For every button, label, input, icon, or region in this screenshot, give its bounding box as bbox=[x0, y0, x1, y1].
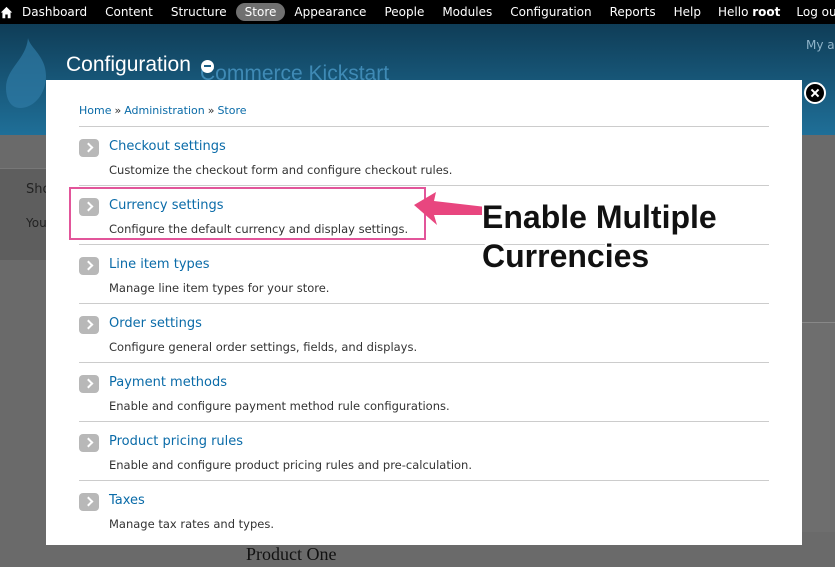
menu-item-title[interactable]: Taxes bbox=[109, 493, 145, 508]
menu-item-description: Manage tax rates and types. bbox=[109, 517, 274, 531]
close-overlay-button[interactable] bbox=[804, 82, 826, 104]
annotation-line-2: Currencies bbox=[482, 238, 650, 274]
hello-prefix: Hello bbox=[718, 5, 749, 19]
menu-item-title[interactable]: Product pricing rules bbox=[109, 434, 243, 449]
background-right-block bbox=[802, 322, 835, 532]
chevron-right-icon[interactable] bbox=[79, 493, 99, 511]
menu-item-description: Enable and configure product pricing rul… bbox=[109, 458, 473, 472]
collapse-icon[interactable] bbox=[200, 59, 214, 73]
chevron-right-icon[interactable] bbox=[79, 139, 99, 157]
overlay-title: Configuration bbox=[66, 53, 214, 77]
chevron-right-icon[interactable] bbox=[79, 375, 99, 393]
menu-item-order-settings[interactable]: Order settings Configure general order s… bbox=[79, 304, 769, 363]
my-account-link[interactable]: My a bbox=[806, 38, 835, 52]
chevron-right-icon[interactable] bbox=[79, 257, 99, 275]
toolbar-item-dashboard[interactable]: Dashboard bbox=[13, 3, 96, 21]
toolbar-item-content[interactable]: Content bbox=[96, 3, 162, 21]
toolbar-hello[interactable]: Hello root bbox=[710, 5, 788, 19]
menu-item-description: Customize the checkout form and configur… bbox=[109, 163, 453, 177]
menu-item-title[interactable]: Order settings bbox=[109, 316, 202, 331]
background-block-text: You bbox=[26, 216, 47, 230]
toolbar-item-help[interactable]: Help bbox=[665, 3, 710, 21]
menu-item-payment-methods[interactable]: Payment methods Enable and configure pay… bbox=[79, 363, 769, 422]
breadcrumb: Home» Administration» Store bbox=[79, 104, 247, 117]
menu-item-description: Enable and configure payment method rule… bbox=[109, 399, 450, 413]
chevron-right-icon[interactable] bbox=[79, 316, 99, 334]
overlay-title-text: Configuration bbox=[66, 53, 191, 76]
annotation-line-1: Enable Multiple bbox=[482, 199, 717, 235]
menu-item-product-pricing-rules[interactable]: Product pricing rules Enable and configu… bbox=[79, 422, 769, 481]
menu-item-title[interactable]: Checkout settings bbox=[109, 139, 226, 154]
toolbar-item-configuration[interactable]: Configuration bbox=[501, 3, 600, 21]
menu-item-description: Manage line item types for your store. bbox=[109, 281, 330, 295]
hello-user: root bbox=[752, 5, 781, 19]
toolbar-item-people[interactable]: People bbox=[375, 3, 433, 21]
home-icon[interactable] bbox=[0, 0, 13, 24]
menu-item-title[interactable]: Line item types bbox=[109, 257, 210, 272]
breadcrumb-home[interactable]: Home bbox=[79, 104, 111, 117]
logout-link[interactable]: Log out bbox=[788, 5, 835, 19]
admin-toolbar: Dashboard Content Structure Store Appear… bbox=[0, 0, 835, 24]
highlight-box bbox=[69, 187, 426, 240]
toolbar-item-structure[interactable]: Structure bbox=[162, 3, 236, 21]
toolbar-item-modules[interactable]: Modules bbox=[433, 3, 501, 21]
breadcrumb-store[interactable]: Store bbox=[217, 104, 246, 117]
menu-item-taxes[interactable]: Taxes Manage tax rates and types. bbox=[79, 481, 769, 540]
menu-item-title[interactable]: Payment methods bbox=[109, 375, 227, 390]
toolbar-item-store[interactable]: Store bbox=[235, 3, 286, 21]
overlay-dialog: Home» Administration» Store Checkout setti… bbox=[46, 80, 802, 545]
menu-item-description: Configure general order settings, fields… bbox=[109, 340, 418, 354]
menu-item-checkout-settings[interactable]: Checkout settings Customize the checkout… bbox=[79, 127, 769, 186]
drupal-logo-icon bbox=[6, 38, 46, 108]
breadcrumb-separator: » bbox=[114, 104, 122, 117]
annotation-arrow-icon bbox=[414, 192, 486, 225]
breadcrumb-administration[interactable]: Administration bbox=[124, 104, 205, 117]
breadcrumb-separator: » bbox=[207, 104, 215, 117]
chevron-right-icon[interactable] bbox=[79, 434, 99, 452]
toolbar-item-appearance[interactable]: Appearance bbox=[285, 3, 375, 21]
annotation-callout: Enable Multiple Currencies bbox=[482, 198, 752, 276]
background-product-title[interactable]: Product One bbox=[246, 544, 336, 565]
toolbar-item-reports[interactable]: Reports bbox=[601, 3, 665, 21]
